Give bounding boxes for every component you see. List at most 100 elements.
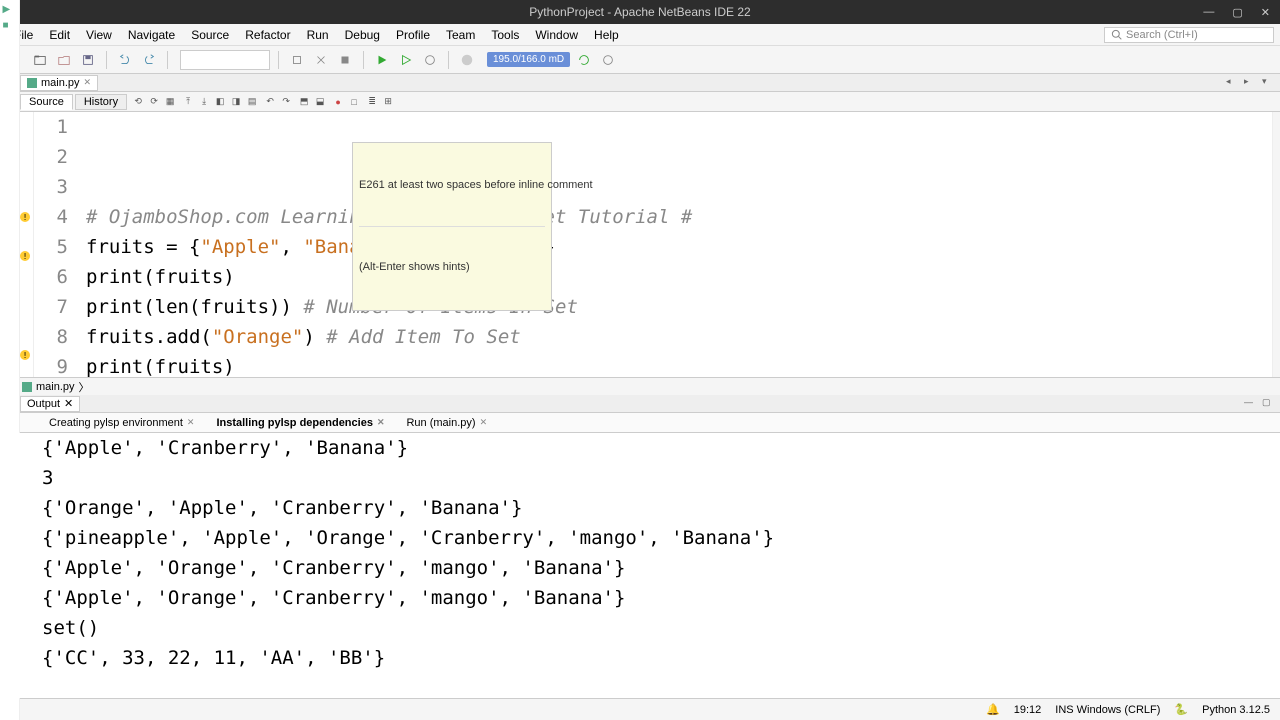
title-bar: PythonProject - Apache NetBeans IDE 22 —… <box>0 0 1280 24</box>
main-toolbar: 195.0/166.0 mD <box>0 46 1280 74</box>
menu-bar: File Edit View Navigate Source Refactor … <box>0 24 1280 46</box>
menu-view[interactable]: View <box>78 28 120 42</box>
run-config-dropdown[interactable] <box>180 50 270 70</box>
file-tab-bar: main.py ✕ ◂ ▸ ▾ <box>16 74 1280 92</box>
minimize-button[interactable]: — <box>1199 6 1218 19</box>
status-bar: 🔔 19:12 INS Windows (CRLF) 🐍 Python 3.12… <box>0 698 1280 720</box>
menu-debug[interactable]: Debug <box>337 28 388 42</box>
editor-tb-4[interactable]: ⤒ <box>181 95 195 109</box>
menu-team[interactable]: Team <box>438 28 483 42</box>
editor-tb-15[interactable]: ≣ <box>365 95 379 109</box>
output-title-label: Output <box>27 398 60 410</box>
tab-scroll-right-icon[interactable]: ▸ <box>1244 76 1258 90</box>
run-button[interactable] <box>372 50 392 70</box>
out-tab-run[interactable]: Run (main.py) ✕ <box>397 415 496 431</box>
build-button[interactable] <box>287 50 307 70</box>
editor-tb-1[interactable]: ⟲ <box>131 95 145 109</box>
close-icon[interactable]: ✕ <box>187 417 195 428</box>
menu-profile[interactable]: Profile <box>388 28 438 42</box>
editor-tb-7[interactable]: ◨ <box>229 95 243 109</box>
menu-refactor[interactable]: Refactor <box>237 28 298 42</box>
out-tab-label: Installing pylsp dependencies <box>216 417 372 429</box>
editor-tb-2[interactable]: ⟳ <box>147 95 161 109</box>
code-editor[interactable]: !!! 123456789 E261 at least two spaces b… <box>16 112 1280 377</box>
record-macro-icon[interactable]: ● <box>331 95 345 109</box>
line-gutter: 123456789 <box>34 112 76 377</box>
window-controls: — ▢ ✕ <box>1199 6 1274 19</box>
tab-menu-icon[interactable]: ▾ <box>1262 76 1276 90</box>
editor-tb-8[interactable]: ▤ <box>245 95 259 109</box>
stop-build-button[interactable] <box>335 50 355 70</box>
code-area[interactable]: E261 at least two spaces before inline c… <box>76 112 1272 377</box>
maximize-button[interactable]: ▢ <box>1228 6 1246 19</box>
sync-button[interactable] <box>598 50 618 70</box>
editor-tb-6[interactable]: ◧ <box>213 95 227 109</box>
status-encoding[interactable]: INS Windows (CRLF) <box>1055 704 1160 716</box>
svg-text:!: ! <box>22 213 27 222</box>
new-project-button[interactable] <box>30 50 50 70</box>
save-all-button[interactable] <box>78 50 98 70</box>
menu-navigate[interactable]: Navigate <box>120 28 183 42</box>
undo-button[interactable] <box>115 50 135 70</box>
menu-run[interactable]: Run <box>299 28 337 42</box>
rerun-icon[interactable]: ▶ <box>3 4 17 18</box>
refresh-button[interactable] <box>574 50 594 70</box>
svg-text:!: ! <box>22 252 27 261</box>
status-python-icon: 🐍 <box>1174 703 1188 716</box>
file-tab-main[interactable]: main.py ✕ <box>20 75 98 91</box>
file-tab-label: main.py <box>41 77 80 89</box>
out-tab-deps[interactable]: Installing pylsp dependencies ✕ <box>207 415 393 431</box>
editor-tb-11[interactable]: ⬒ <box>297 95 311 109</box>
output-panel-tab[interactable]: Output ✕ <box>20 396 80 412</box>
output-maximize-icon[interactable]: ▢ <box>1262 397 1276 411</box>
svg-text:!: ! <box>22 351 27 360</box>
status-python[interactable]: Python 3.12.5 <box>1202 704 1270 716</box>
search-icon <box>1111 29 1122 40</box>
output-body[interactable]: {'Apple', 'Cranberry', 'Banana'}3{'Orang… <box>16 433 1280 698</box>
status-notifications-icon[interactable]: 🔔 <box>986 703 1000 716</box>
editor-tb-10[interactable]: ↷ <box>279 95 293 109</box>
output-tabs: ▶ ■ Creating pylsp environment✕ Installi… <box>16 413 1280 433</box>
breadcrumb-file[interactable]: main.py <box>36 381 75 393</box>
menu-edit[interactable]: Edit <box>41 28 78 42</box>
clean-build-button[interactable] <box>311 50 331 70</box>
error-stripe[interactable] <box>1272 112 1280 377</box>
editor-tb-5[interactable]: ⤓ <box>197 95 211 109</box>
breadcrumb-sep: 〉 <box>79 379 90 395</box>
tab-scroll-left-icon[interactable]: ◂ <box>1226 76 1240 90</box>
status-cursor: 19:12 <box>1014 704 1042 716</box>
menu-window[interactable]: Window <box>527 28 586 42</box>
window-title: PythonProject - Apache NetBeans IDE 22 <box>529 5 750 19</box>
python-file-icon <box>22 382 32 392</box>
editor-tb-12[interactable]: ⬓ <box>313 95 327 109</box>
source-tab[interactable]: Source <box>20 94 73 110</box>
history-tab[interactable]: History <box>75 94 127 110</box>
menu-tools[interactable]: Tools <box>483 28 527 42</box>
open-button[interactable] <box>54 50 74 70</box>
profile-button[interactable] <box>420 50 440 70</box>
menu-source[interactable]: Source <box>183 28 237 42</box>
output-minimize-icon[interactable]: — <box>1244 397 1258 411</box>
editor-tb-14[interactable]: □ <box>347 95 361 109</box>
out-tab-env[interactable]: Creating pylsp environment✕ <box>40 415 203 431</box>
breadcrumb: main.py 〉 <box>16 377 1280 395</box>
close-icon[interactable]: ✕ <box>377 417 385 428</box>
lint-message: E261 at least two spaces before inline c… <box>359 178 545 193</box>
stop-out-icon[interactable]: ■ <box>3 20 17 34</box>
menu-help[interactable]: Help <box>586 28 627 42</box>
editor-tb-3[interactable]: ▦ <box>163 95 177 109</box>
coords-badge: 195.0/166.0 mD <box>487 52 570 67</box>
editor-subtabs: Source History ⟲ ⟳ ▦ ⤒ ⤓ ◧ ◨ ▤ ↶ ↷ ⬒ ⬓ ●… <box>16 92 1280 112</box>
editor-tb-9[interactable]: ↶ <box>263 95 277 109</box>
editor-tb-16[interactable]: ⊞ <box>381 95 395 109</box>
close-output-icon[interactable]: ✕ <box>64 397 73 410</box>
debug-button[interactable] <box>396 50 416 70</box>
close-icon[interactable]: ✕ <box>480 417 488 428</box>
out-tab-label: Run (main.py) <box>406 417 475 429</box>
stop-button[interactable] <box>457 50 477 70</box>
lint-tooltip: E261 at least two spaces before inline c… <box>352 142 552 311</box>
close-tab-icon[interactable]: ✕ <box>84 77 92 88</box>
close-button[interactable]: ✕ <box>1257 6 1274 19</box>
global-search[interactable]: Search (Ctrl+I) <box>1104 27 1274 43</box>
redo-button[interactable] <box>139 50 159 70</box>
